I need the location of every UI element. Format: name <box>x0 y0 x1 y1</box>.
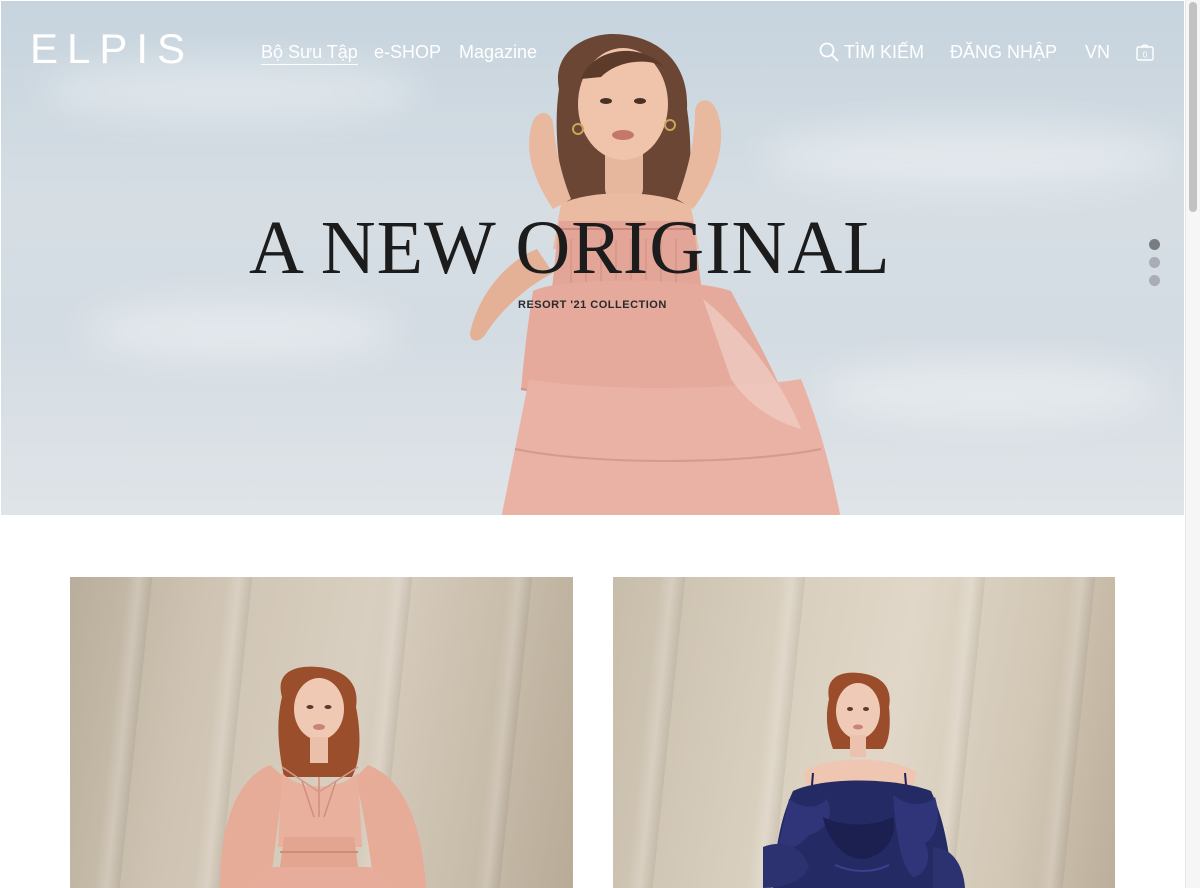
cart-count: 0 <box>1143 51 1148 60</box>
shopping-bag-icon: 0 <box>1136 44 1154 61</box>
cart-button[interactable]: 0 <box>1135 42 1155 62</box>
sky-cloud <box>81 301 401 361</box>
hero-banner[interactable]: ELPIS Bộ Sưu Tập e-SHOP Magazine TÌM KIẾ… <box>1 1 1184 515</box>
look-pink-dress-image <box>220 666 426 888</box>
scrollbar-thumb[interactable] <box>1189 2 1197 212</box>
slide-dot-2[interactable] <box>1149 257 1160 268</box>
slider-pagination <box>1149 239 1161 293</box>
search-button[interactable]: TÌM KIẾM <box>819 41 924 63</box>
nav-link-magazine[interactable]: Magazine <box>459 41 537 63</box>
search-icon <box>819 42 839 62</box>
nav-link-collections[interactable]: Bộ Sưu Tập <box>261 41 358 65</box>
brand-logo[interactable]: ELPIS <box>30 28 194 70</box>
search-label: TÌM KIẾM <box>844 42 924 62</box>
login-link[interactable]: ĐĂNG NHẬP <box>950 41 1057 63</box>
page-scrollbar[interactable] <box>1185 0 1200 888</box>
language-switch[interactable]: VN <box>1085 41 1110 63</box>
look-navy-ruffle-image <box>763 672 965 888</box>
hero-subtitle: RESORT '21 COLLECTION <box>518 299 667 311</box>
slide-dot-1[interactable] <box>1149 239 1160 250</box>
page: ELPIS Bộ Sưu Tập e-SHOP Magazine TÌM KIẾ… <box>0 0 1200 888</box>
collection-card-navy-ruffle[interactable] <box>613 577 1115 888</box>
slide-dot-3[interactable] <box>1149 275 1160 286</box>
sky-cloud <box>821 361 1161 421</box>
hero-title: A NEW ORIGINAL <box>249 206 891 290</box>
top-navigation: ELPIS Bộ Sưu Tập e-SHOP Magazine TÌM KIẾ… <box>1 1 1184 101</box>
nav-link-eshop[interactable]: e-SHOP <box>374 41 441 63</box>
collection-card-pink-dress[interactable] <box>70 577 573 888</box>
